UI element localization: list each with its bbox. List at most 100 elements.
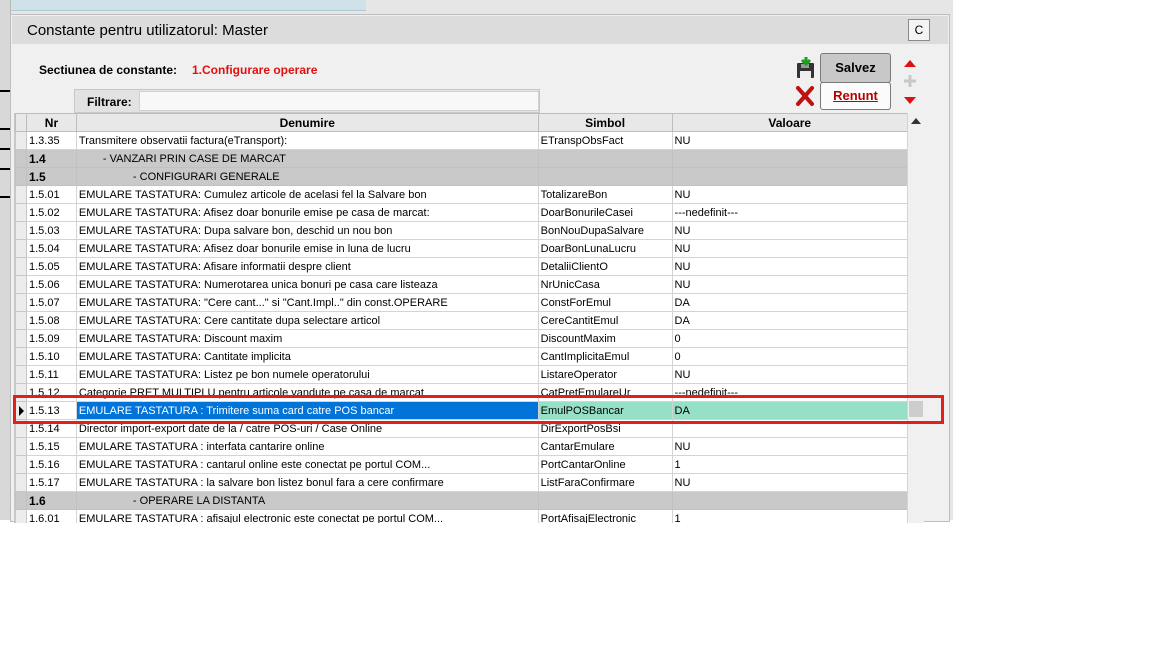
row-indicator[interactable]: [15, 257, 27, 276]
cell-nr[interactable]: 1.5.10: [25, 347, 77, 366]
cell-valoare[interactable]: [671, 167, 908, 186]
cell-simbol[interactable]: TotalizareBon: [537, 185, 673, 204]
cell-nr[interactable]: 1.6.01: [25, 509, 77, 523]
row-indicator[interactable]: [15, 329, 27, 348]
arrow-up-icon[interactable]: [903, 58, 917, 68]
cell-valoare[interactable]: [671, 491, 908, 510]
cell-nr[interactable]: 1.5.01: [25, 185, 77, 204]
cell-nr[interactable]: 1.5.07: [25, 293, 77, 312]
row-indicator[interactable]: [15, 437, 27, 456]
cell-nr[interactable]: 1.5.06: [25, 275, 77, 294]
row-indicator[interactable]: [15, 131, 27, 150]
table-row[interactable]: 1.5.11 EMULARE TASTATURA: Listez pe bon n…: [15, 365, 908, 384]
cell-denumire[interactable]: EMULARE TASTATURA : la salvare bon liste…: [75, 473, 539, 492]
scroll-up-icon[interactable]: [911, 118, 921, 124]
row-indicator[interactable]: [15, 221, 27, 240]
row-indicator[interactable]: [15, 473, 27, 492]
cell-nr[interactable]: 1.5.08: [25, 311, 77, 330]
table-row[interactable]: 1.5.04 EMULARE TASTATURA: Afisez doar bon…: [15, 239, 908, 258]
table-row[interactable]: 1.6- OPERARE LA DISTANTA: [15, 491, 908, 510]
cell-simbol[interactable]: ConstForEmul: [537, 293, 673, 312]
cell-nr[interactable]: 1.5.11: [25, 365, 77, 384]
row-indicator[interactable]: [15, 455, 27, 474]
row-indicator[interactable]: [15, 347, 27, 366]
row-indicator[interactable]: [15, 491, 27, 510]
cell-valoare[interactable]: NU: [671, 257, 908, 276]
cell-simbol[interactable]: BonNouDupaSalvare: [537, 221, 673, 240]
row-indicator[interactable]: [15, 185, 27, 204]
cell-nr[interactable]: 1.5.15: [25, 437, 77, 456]
cell-valoare[interactable]: NU: [671, 185, 908, 204]
table-row[interactable]: 1.3.35 Transmitere observatii factura(eTr…: [15, 131, 908, 150]
cell-nr[interactable]: 1.5.09: [25, 329, 77, 348]
cell-valoare[interactable]: NU: [671, 365, 908, 384]
table-row[interactable]: 1.5.17 EMULARE TASTATURA : la salvare bon…: [15, 473, 908, 492]
cell-denumire[interactable]: - OPERARE LA DISTANTA: [75, 491, 539, 510]
cell-valoare[interactable]: NU: [671, 275, 908, 294]
table-row[interactable]: 1.5.10 EMULARE TASTATURA: Cantitate impli…: [15, 347, 908, 366]
arrow-down-icon[interactable]: [903, 96, 917, 106]
cell-valoare[interactable]: 0: [671, 329, 908, 348]
cell-simbol[interactable]: NrUnicCasa: [537, 275, 673, 294]
table-row[interactable]: 1.5.03 EMULARE TASTATURA: Dupa salvare bo…: [15, 221, 908, 240]
cell-valoare[interactable]: [671, 149, 908, 168]
close-button[interactable]: C: [908, 19, 930, 41]
cell-denumire[interactable]: Transmitere observatii factura(eTranspor…: [75, 131, 539, 150]
table-row[interactable]: 1.5.07 EMULARE TASTATURA: "Cere cant..." …: [15, 293, 908, 312]
cell-denumire[interactable]: EMULARE TASTATURA: Afisez doar bonurile …: [75, 203, 539, 222]
cell-simbol[interactable]: DiscountMaxim: [537, 329, 673, 348]
row-indicator[interactable]: [15, 275, 27, 294]
table-row[interactable]: 1.5- CONFIGURARI GENERALE: [15, 167, 908, 186]
table-row[interactable]: 1.5.05 EMULARE TASTATURA: Afisare informa…: [15, 257, 908, 276]
row-indicator[interactable]: [15, 365, 27, 384]
cell-simbol[interactable]: [537, 491, 673, 510]
save-button[interactable]: Salvez: [820, 53, 891, 83]
cell-nr[interactable]: 1.5.02: [25, 203, 77, 222]
header-simbol[interactable]: Simbol: [537, 113, 673, 132]
cell-denumire[interactable]: EMULARE TASTATURA: Discount maxim: [75, 329, 539, 348]
table-row[interactable]: 1.6.01 EMULARE TASTATURA : afisajul elect…: [15, 509, 908, 523]
filter-input[interactable]: [139, 91, 539, 111]
table-row[interactable]: 1.5.09 EMULARE TASTATURA: Discount maxim D…: [15, 329, 908, 348]
cell-nr[interactable]: 1.5.03: [25, 221, 77, 240]
row-indicator[interactable]: [15, 149, 27, 168]
row-indicator[interactable]: [15, 311, 27, 330]
cell-denumire[interactable]: EMULARE TASTATURA: Dupa salvare bon, des…: [75, 221, 539, 240]
cell-valoare[interactable]: 1: [671, 455, 908, 474]
cell-simbol[interactable]: DoarBonLunaLucru: [537, 239, 673, 258]
cell-simbol[interactable]: [537, 167, 673, 186]
table-row[interactable]: 1.5.01 EMULARE TASTATURA: Cumulez articol…: [15, 185, 908, 204]
cell-simbol[interactable]: DetaliiClientO: [537, 257, 673, 276]
cell-denumire[interactable]: EMULARE TASTATURA : interfata cantarire …: [75, 437, 539, 456]
row-indicator[interactable]: [15, 239, 27, 258]
cell-nr[interactable]: 1.4: [25, 149, 77, 168]
cell-denumire[interactable]: EMULARE TASTATURA: Cere cantitate dupa s…: [75, 311, 539, 330]
cell-nr[interactable]: 1.3.35: [25, 131, 77, 150]
table-row[interactable]: 1.5.02 EMULARE TASTATURA: Afisez doar bon…: [15, 203, 908, 222]
cell-denumire[interactable]: - CONFIGURARI GENERALE: [75, 167, 539, 186]
cell-denumire[interactable]: EMULARE TASTATURA: Numerotarea unica bon…: [75, 275, 539, 294]
cell-nr[interactable]: 1.5.04: [25, 239, 77, 258]
cell-simbol[interactable]: CereCantitEmul: [537, 311, 673, 330]
cell-valoare[interactable]: ---nedefinit---: [671, 203, 908, 222]
row-indicator[interactable]: [15, 293, 27, 312]
save-disk-icon[interactable]: [795, 57, 817, 79]
cell-valoare[interactable]: 1: [671, 509, 908, 523]
cell-valoare[interactable]: DA: [671, 311, 908, 330]
header-valoare[interactable]: Valoare: [671, 113, 908, 132]
cell-simbol[interactable]: CantImplicitaEmul: [537, 347, 673, 366]
cell-simbol[interactable]: CantarEmulare: [537, 437, 673, 456]
cell-nr[interactable]: 1.5: [25, 167, 77, 186]
red-x-icon[interactable]: [795, 85, 815, 107]
cell-nr[interactable]: 1.6: [25, 491, 77, 510]
cell-nr[interactable]: 1.5.05: [25, 257, 77, 276]
vertical-scrollbar[interactable]: [907, 113, 924, 523]
row-indicator[interactable]: [15, 203, 27, 222]
plus-icon[interactable]: [902, 73, 918, 89]
header-nr[interactable]: Nr: [25, 113, 77, 132]
cell-denumire[interactable]: EMULARE TASTATURA: Cantitate implicita: [75, 347, 539, 366]
cell-nr[interactable]: 1.5.17: [25, 473, 77, 492]
section-value[interactable]: 1.Configurare operare: [192, 63, 317, 77]
cell-simbol[interactable]: ListFaraConfirmare: [537, 473, 673, 492]
row-indicator[interactable]: [15, 509, 27, 523]
